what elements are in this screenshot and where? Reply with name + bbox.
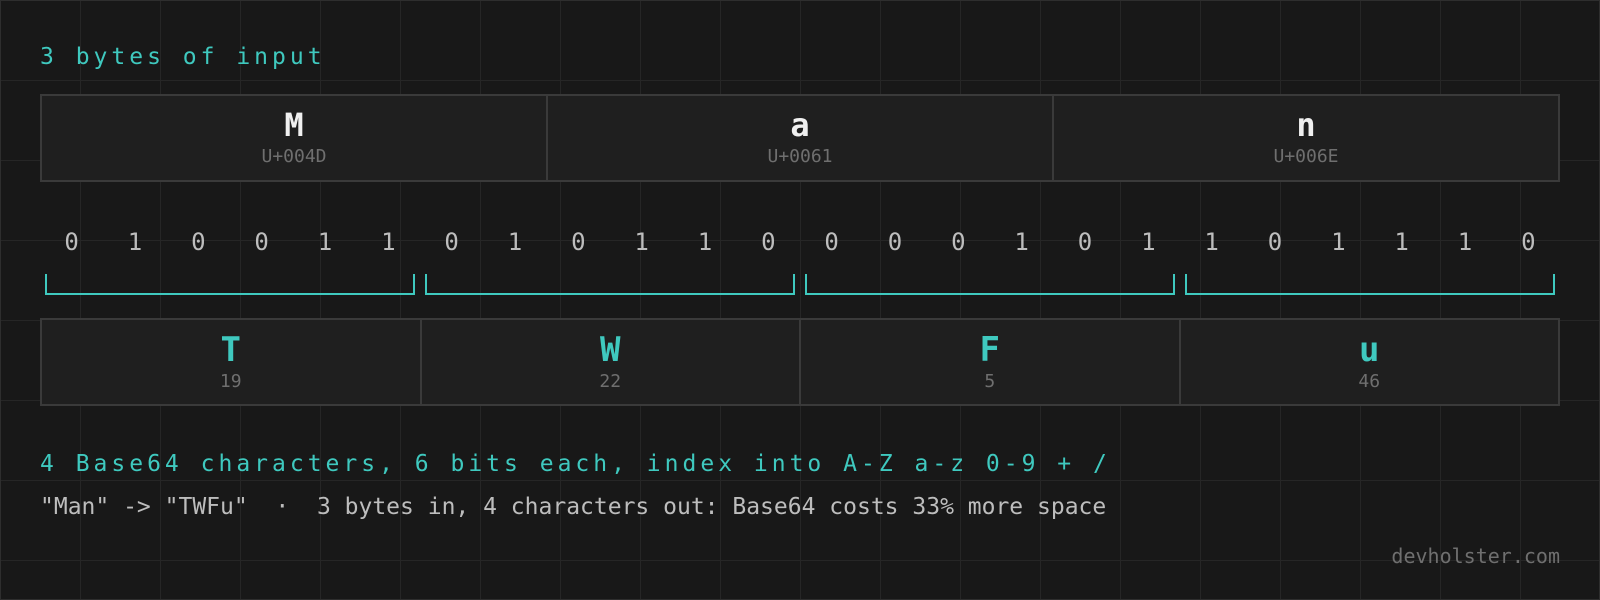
byte-codepoint: U+004D xyxy=(261,146,327,167)
bit-digit: 1 xyxy=(1204,228,1219,256)
bit-digit: 0 xyxy=(761,228,776,256)
bit-digit: 0 xyxy=(887,228,903,256)
bit-digit: 1 xyxy=(1014,228,1029,256)
bit-digit: 0 xyxy=(824,228,839,256)
bit-digit: 0 xyxy=(254,228,269,256)
base64-cell: F 5 xyxy=(801,320,1181,404)
bit-group-bracket xyxy=(805,274,1175,295)
bit-digit: 0 xyxy=(951,228,966,256)
bit-digit: 0 xyxy=(1521,228,1536,256)
bit-digit: 1 xyxy=(1394,228,1409,256)
base64-char: T xyxy=(220,329,241,370)
bit-digit: 1 xyxy=(1331,228,1346,256)
summary-line: "Man" -> "TWFu" · 3 bytes in, 4 characte… xyxy=(40,494,1107,520)
byte-char: n xyxy=(1296,106,1316,144)
byte-cell: n U+006E xyxy=(1054,96,1558,180)
base64-index: 22 xyxy=(599,370,622,392)
byte-cell: M U+004D xyxy=(42,96,548,180)
byte-char: a xyxy=(790,106,810,144)
base64-index: 5 xyxy=(984,370,996,392)
bit-digit: 1 xyxy=(697,228,713,256)
bit-digit: 1 xyxy=(1457,228,1473,256)
bit-digit: 1 xyxy=(317,228,333,256)
bit-group-bracket xyxy=(425,274,795,295)
base64-cell: u 46 xyxy=(1181,320,1559,404)
bit-group-bracket xyxy=(1185,274,1555,295)
base64-cell: W 22 xyxy=(422,320,801,404)
base64-index: 19 xyxy=(219,370,242,392)
bit-group-bracket xyxy=(45,274,415,295)
bit-digit: 0 xyxy=(64,228,79,256)
byte-codepoint: U+006E xyxy=(1273,146,1339,167)
bit-sequence: 0 1 0 0 1 1 0 1 0 1 1 0 0 0 0 1 0 1 1 0 1 1 1 0 xyxy=(0,222,1600,262)
input-bytes-row: M U+004D a U+0061 n U+006E xyxy=(40,94,1560,182)
base64-char: W xyxy=(600,329,621,370)
bit-group-brackets xyxy=(45,274,1555,295)
bit-digit: 0 xyxy=(571,228,586,256)
byte-char: M xyxy=(284,106,304,144)
base64-cell: T 19 xyxy=(42,320,422,404)
bit-digit: 1 xyxy=(1141,228,1156,256)
base64-char: u xyxy=(1359,329,1380,370)
bit-digit: 1 xyxy=(634,228,649,256)
bit-digit: 0 xyxy=(191,228,206,256)
output-section-label: 4 Base64 characters, 6 bits each, index … xyxy=(40,451,1111,477)
site-watermark: devholster.com xyxy=(1391,544,1560,568)
byte-codepoint: U+0061 xyxy=(767,146,833,167)
bit-digit: 1 xyxy=(381,228,396,256)
bit-digit: 0 xyxy=(1077,228,1093,256)
bit-digit: 0 xyxy=(444,228,459,256)
bit-digit: 1 xyxy=(127,228,143,256)
base64-output-row: T 19 W 22 F 5 u 46 xyxy=(40,318,1560,406)
input-section-label: 3 bytes of input xyxy=(40,44,326,70)
byte-cell: a U+0061 xyxy=(548,96,1054,180)
base64-index: 46 xyxy=(1358,370,1381,392)
bit-digit: 1 xyxy=(507,228,523,256)
base64-char: F xyxy=(979,329,1000,370)
bit-digit: 0 xyxy=(1267,228,1283,256)
